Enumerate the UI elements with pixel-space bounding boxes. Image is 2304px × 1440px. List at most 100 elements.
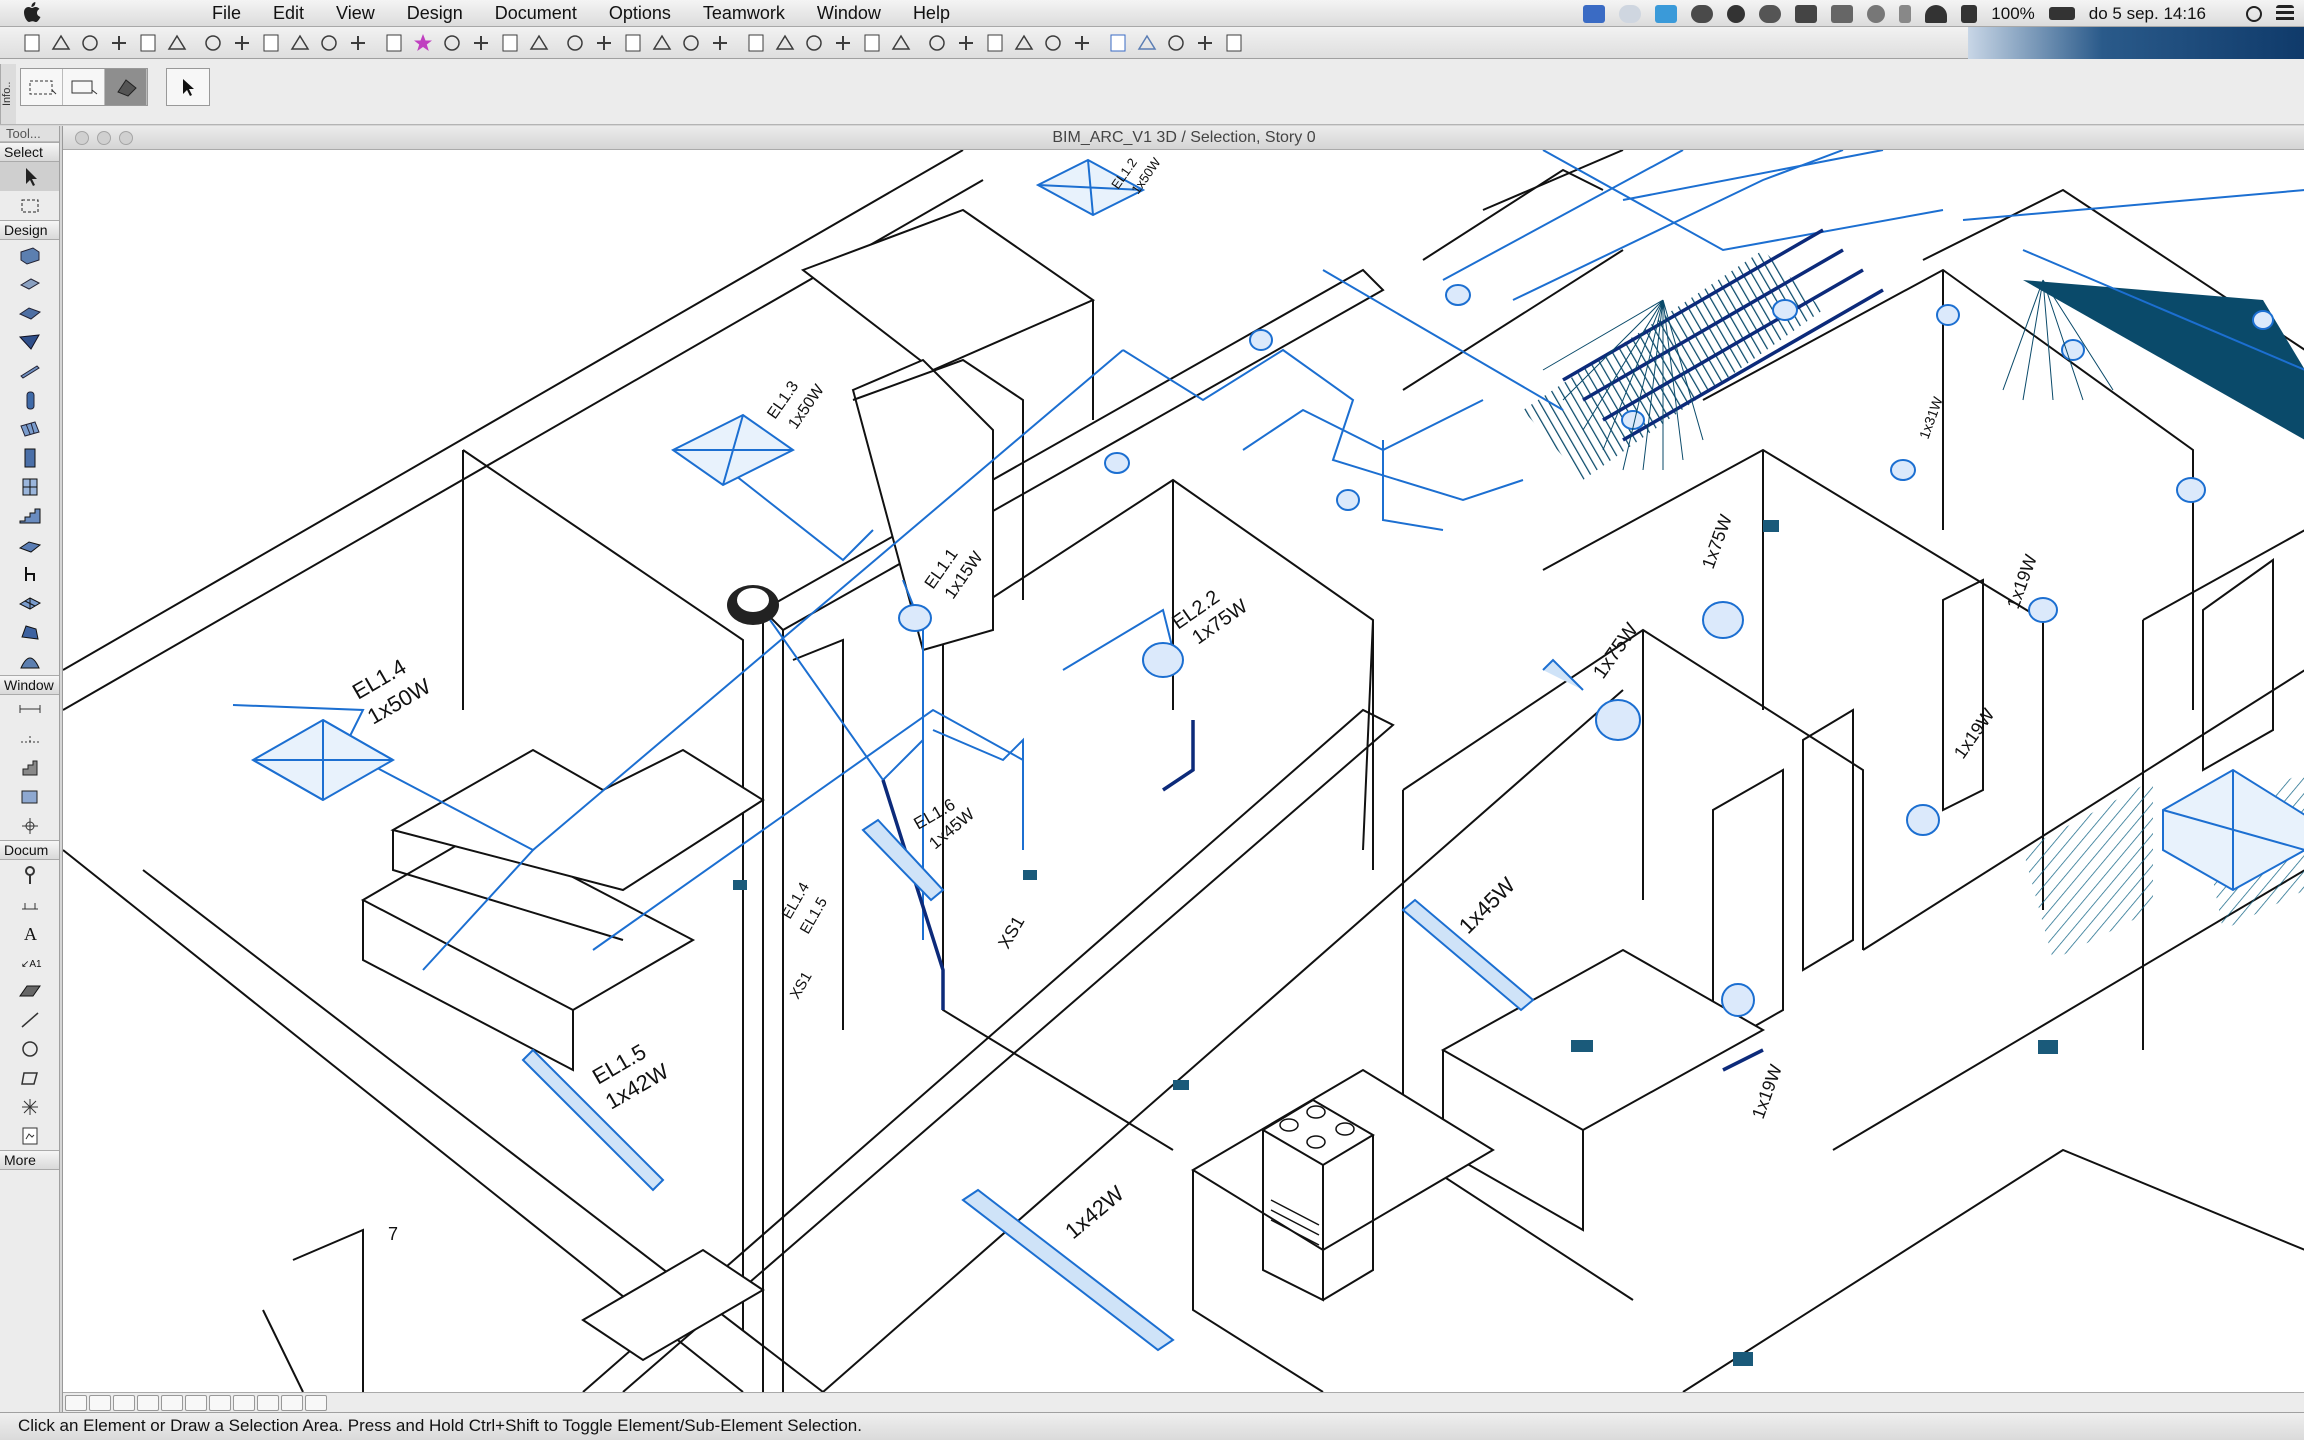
memory-icon[interactable] [1831, 4, 1854, 23]
door-tool[interactable] [0, 443, 59, 472]
battery-percent[interactable]: 100% [1991, 4, 2034, 24]
new-document-icon[interactable] [20, 31, 44, 55]
resize-icon[interactable] [1012, 31, 1036, 55]
publish-icon[interactable] [1193, 31, 1217, 55]
rotate-icon[interactable] [889, 31, 913, 55]
spotlight-search-icon[interactable] [2246, 5, 2262, 22]
section-more[interactable]: More [0, 1150, 59, 1170]
marquee-tool[interactable] [0, 191, 59, 220]
snap-icon[interactable] [469, 31, 493, 55]
marker-icon[interactable] [1222, 31, 1246, 55]
distribute-icon[interactable] [831, 31, 855, 55]
fill-tool[interactable] [0, 976, 59, 1005]
gear-icon[interactable] [1691, 4, 1714, 23]
slab-tool[interactable] [0, 298, 59, 327]
marquee-rotated-button[interactable] [105, 69, 147, 105]
wall-tool[interactable] [0, 240, 59, 269]
menu-edit[interactable]: Edit [273, 3, 304, 24]
split-icon[interactable] [563, 31, 587, 55]
trace-icon[interactable] [440, 31, 464, 55]
dropbox-icon[interactable] [1655, 4, 1678, 23]
open-folder-icon[interactable] [49, 31, 73, 55]
display-icon[interactable] [1583, 4, 1606, 23]
menu-document[interactable]: Document [495, 3, 577, 24]
text-tool[interactable]: A [0, 918, 59, 947]
elevate-icon[interactable] [773, 31, 797, 55]
airplay-icon[interactable] [1795, 4, 1818, 23]
elevation-marker-tool[interactable] [0, 889, 59, 918]
3d-viewport[interactable]: EL1.4 1x50W EL1.5 1x42W EL1.3 1x50W EL1.… [63, 150, 2304, 1392]
explore-button[interactable] [233, 1394, 255, 1411]
beam-tool[interactable] [0, 356, 59, 385]
adjust-icon[interactable] [592, 31, 616, 55]
magic-wand-icon[interactable] [346, 31, 370, 55]
offset-icon[interactable] [621, 31, 645, 55]
navigation-menu-button[interactable] [65, 1394, 87, 1411]
railing-tool[interactable] [0, 530, 59, 559]
print-icon[interactable] [107, 31, 131, 55]
menu-design[interactable]: Design [407, 3, 463, 24]
arrow-tool[interactable] [0, 162, 59, 191]
explode-icon[interactable] [744, 31, 768, 55]
zoom-button[interactable] [119, 131, 133, 145]
stair-small-tool[interactable] [0, 753, 59, 782]
polyline-tool[interactable] [0, 1063, 59, 1092]
notification-center-icon[interactable] [2276, 4, 2294, 23]
hotspot-tool[interactable] [0, 811, 59, 840]
photo-render-icon[interactable] [1135, 31, 1159, 55]
dimension-tool[interactable] [0, 695, 59, 724]
zoom-window-button[interactable] [89, 1394, 111, 1411]
battery-icon[interactable] [2048, 7, 2075, 20]
apple-menu-icon[interactable] [20, 0, 46, 27]
grid-icon[interactable] [498, 31, 522, 55]
zoom-in-button[interactable] [161, 1394, 183, 1411]
align-icon[interactable] [802, 31, 826, 55]
multiply-icon[interactable] [954, 31, 978, 55]
pen-sets-icon[interactable] [527, 31, 551, 55]
camera-icon[interactable] [1164, 31, 1188, 55]
cut-icon[interactable] [136, 31, 160, 55]
marquee-polygon-button[interactable] [21, 69, 63, 105]
undo-icon[interactable] [230, 31, 254, 55]
volume-icon[interactable] [1961, 4, 1978, 23]
fit-in-window-button[interactable] [281, 1394, 303, 1411]
info-box-tab[interactable]: Info.. [0, 64, 16, 124]
marquee-rect-button[interactable] [63, 69, 105, 105]
eye-icon[interactable] [1759, 4, 1782, 23]
zone-tool[interactable] [0, 782, 59, 811]
intersect-icon[interactable] [679, 31, 703, 55]
shell-tool[interactable] [0, 646, 59, 675]
arrow-pointer-button[interactable] [167, 69, 209, 105]
menu-help[interactable]: Help [913, 3, 950, 24]
pan-hand-button[interactable] [209, 1394, 231, 1411]
paste-icon[interactable] [201, 31, 225, 55]
wifi-icon[interactable] [1925, 4, 1948, 23]
circle-tool[interactable] [0, 1034, 59, 1063]
eyedropper-icon[interactable] [317, 31, 341, 55]
mesh-tool[interactable] [0, 588, 59, 617]
layout-icon[interactable] [1041, 31, 1065, 55]
mirror-icon[interactable] [925, 31, 949, 55]
previous-zoom-button[interactable] [305, 1394, 327, 1411]
menu-view[interactable]: View [336, 3, 375, 24]
layers-icon[interactable] [288, 31, 312, 55]
cloud-icon[interactable] [1619, 4, 1642, 23]
orbit-button[interactable] [113, 1394, 135, 1411]
menu-window[interactable]: Window [817, 3, 881, 24]
fillet-icon[interactable] [708, 31, 732, 55]
column-tool[interactable] [0, 385, 59, 414]
chat-icon[interactable] [1727, 4, 1746, 23]
clock[interactable]: do 5 sep. 14:16 [2089, 4, 2206, 24]
trim-icon[interactable] [650, 31, 674, 55]
save-icon[interactable] [78, 31, 102, 55]
bluetooth-icon[interactable] [1899, 4, 1912, 23]
stretch-icon[interactable] [983, 31, 1007, 55]
window-tool[interactable] [0, 472, 59, 501]
label-tool[interactable] [0, 860, 59, 889]
drag-icon[interactable] [860, 31, 884, 55]
zoom-out-button[interactable] [185, 1394, 207, 1411]
redo-icon[interactable] [259, 31, 283, 55]
hotspot-star-tool[interactable] [0, 1092, 59, 1121]
copy-icon[interactable] [165, 31, 189, 55]
morph-tool[interactable] [0, 617, 59, 646]
